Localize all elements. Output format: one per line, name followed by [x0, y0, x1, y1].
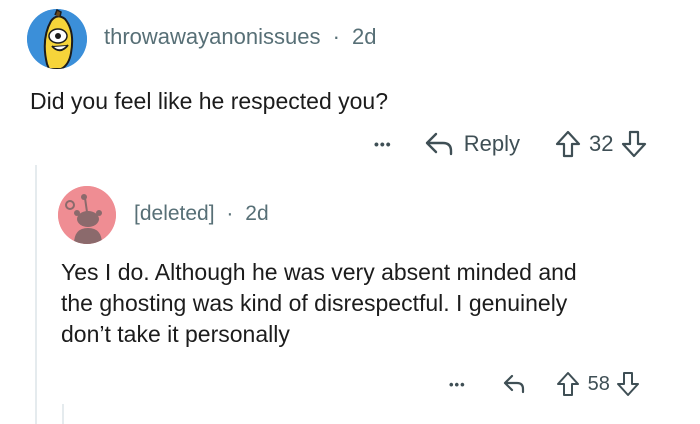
meta-separator: ·: [332, 24, 340, 49]
vote-count: 58: [587, 372, 610, 395]
upvote-arrow-icon: [555, 130, 581, 158]
user-avatar[interactable]: [27, 9, 87, 69]
reply-label: Reply: [463, 131, 520, 156]
meta-separator: ·: [226, 202, 234, 225]
upvote-button[interactable]: [556, 371, 580, 397]
comment-actions: ••• Reply 32: [374, 128, 647, 160]
reply-text: Yes I do. Although he was very absent mi…: [61, 257, 577, 350]
reply-text-line: the ghosting was kind of disrespectful. …: [61, 290, 568, 316]
reply-button[interactable]: Reply: [424, 131, 520, 157]
more-options-button[interactable]: •••: [374, 136, 392, 152]
deleted-username: [deleted]: [134, 202, 215, 225]
downvote-arrow-icon: [622, 130, 647, 158]
upvote-button[interactable]: [555, 130, 581, 158]
comment-text: Did you feel like he respected you?: [30, 88, 388, 114]
reply-arrow-icon: [425, 132, 452, 156]
deleted-user-avatar: [58, 186, 116, 244]
reply-text-line: Yes I do. Although he was very absent mi…: [61, 259, 577, 285]
comment-time: 2d: [352, 24, 377, 49]
downvote-button[interactable]: [621, 130, 647, 158]
default-snoo-avatar-icon: [58, 186, 116, 244]
downvote-button[interactable]: [616, 371, 640, 397]
comment-meta: throwawayanonissues · 2d: [104, 24, 377, 50]
vote-count: 32: [588, 131, 614, 156]
username-link[interactable]: throwawayanonissues: [104, 24, 320, 49]
more-options-button[interactable]: •••: [449, 377, 466, 392]
reply-arrow-icon: [503, 374, 524, 394]
reply-text-line: don’t take it personally: [61, 321, 290, 347]
nested-thread-line: [62, 404, 64, 424]
thread-line: [35, 165, 37, 424]
upvote-arrow-icon: [556, 372, 579, 396]
reply-meta: [deleted] · 2d: [134, 202, 269, 226]
downvote-arrow-icon: [616, 372, 639, 396]
reply-button[interactable]: [502, 373, 526, 395]
reply-time: 2d: [245, 202, 269, 225]
banana-avatar-icon: [27, 9, 87, 69]
reply-actions: ••• 58: [449, 369, 640, 399]
